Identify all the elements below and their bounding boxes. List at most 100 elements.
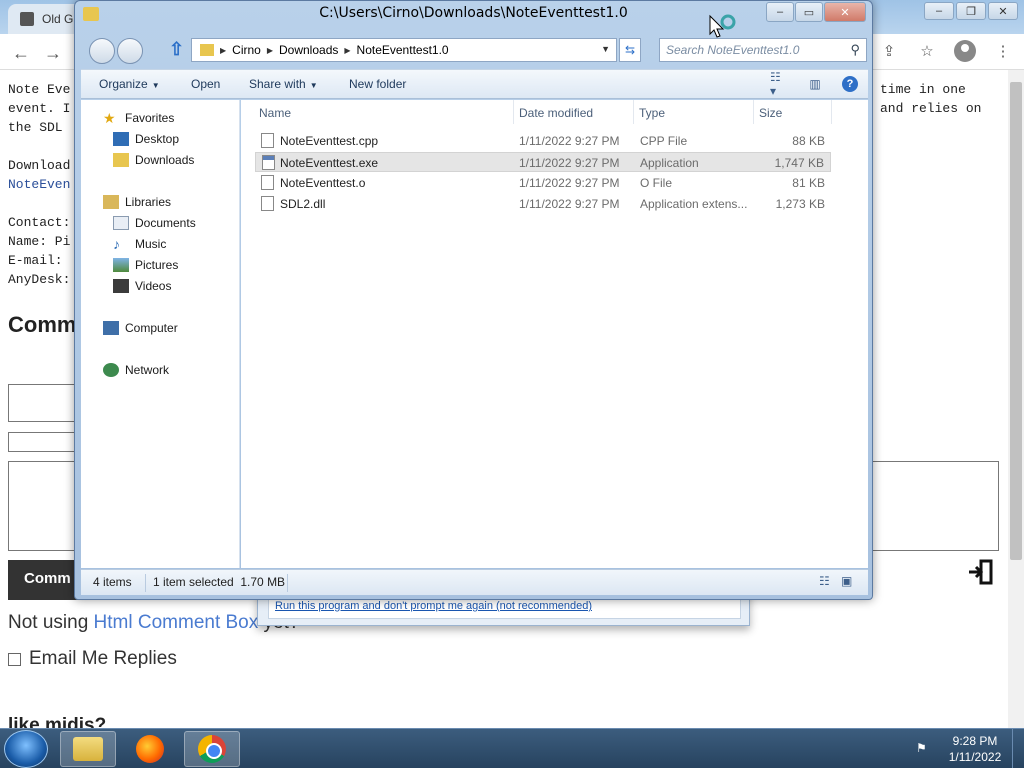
organize-button[interactable]: Organize ▼ [99,77,160,91]
file-list-pane: Name Date modified Type Size NoteEventte… [241,100,868,568]
back-button[interactable] [89,38,115,64]
system-clock[interactable]: 9:28 PM 1/11/2022 [940,733,1010,765]
forward-button[interactable] [117,38,143,64]
taskbar-explorer-button[interactable] [60,731,116,767]
help-icon[interactable]: ? [842,76,858,92]
share-with-button[interactable]: Share with ▼ [249,77,318,91]
html-comment-box-link[interactable]: Html Comment Box [94,612,259,633]
nav-videos[interactable]: Videos [113,279,171,293]
nav-favorites[interactable]: ★ Favorites [103,111,174,125]
file-size: 1,273 KB [775,197,825,211]
nav-libraries[interactable]: Libraries [103,195,171,209]
contact-name: Name: Pi [8,234,71,249]
nav-favorites-label: Favorites [125,111,175,125]
comment-email-input[interactable] [8,432,78,452]
more-menu-icon[interactable]: ⋮ [992,40,1014,62]
column-divider[interactable] [831,100,832,124]
intro-line-3: the SDL [8,120,71,135]
large-icons-view-icon[interactable]: ▣ [841,574,852,588]
file-row[interactable]: NoteEventtest.cpp 1/11/2022 9:27 PM CPP … [255,131,831,151]
status-divider [145,574,146,592]
breadcrumb-chevron-icon[interactable]: ▶ [344,46,350,55]
maximize-icon[interactable]: ▭ [795,2,823,22]
change-view-icon[interactable]: ☷ ▾ [770,70,788,98]
nav-desktop-label: Desktop [135,132,180,146]
column-header-type[interactable]: Type [639,106,665,120]
comment-textarea-right[interactable] [872,461,999,551]
intro-line-2: event. I [8,101,71,116]
breadcrumb-item-current[interactable]: NoteEventtest1.0 [357,43,449,57]
column-divider[interactable] [753,100,754,124]
column-header-size[interactable]: Size [759,106,782,120]
nav-music[interactable]: ♪ Music [113,237,166,251]
search-icon[interactable]: ⚲ [850,42,860,58]
email-replies-option[interactable]: Email Me Replies [8,648,177,670]
nav-documents[interactable]: Documents [113,216,196,230]
share-icon[interactable]: ⇪ [878,40,900,62]
music-note-icon: ♪ [113,236,120,252]
taskbar-firefox-button[interactable] [122,731,178,767]
file-row[interactable]: SDL2.dll 1/11/2022 9:27 PM Application e… [255,194,831,214]
restore-icon[interactable]: ❐ [956,2,986,20]
column-divider[interactable] [513,100,514,124]
file-type: Application [640,156,699,170]
file-row[interactable]: NoteEventtest.o 1/11/2022 9:27 PM O File… [255,173,831,193]
comment-name-input[interactable] [8,384,78,422]
close-icon[interactable]: ✕ [988,2,1018,20]
preview-pane-icon[interactable]: ▥ [806,75,824,93]
nav-music-label: Music [135,237,167,251]
file-type: CPP File [640,134,688,148]
refresh-icon[interactable]: ⇆ [619,38,641,62]
file-row-selected[interactable]: NoteEventtest.exe 1/11/2022 9:27 PM Appl… [255,152,831,172]
breadcrumb-item-downloads[interactable]: Downloads [279,43,338,57]
email-replies-checkbox[interactable] [8,652,21,666]
close-icon[interactable]: ✕ [824,2,866,22]
page-scrollbar-thumb[interactable] [1010,82,1022,560]
selection-info: 1 item selected 1.70 MB [153,575,286,589]
taskbar-chrome-button[interactable] [184,731,240,767]
comment-textarea[interactable] [8,461,78,551]
logout-icon[interactable] [968,558,994,586]
taskbar: ⚑ 9:28 PM 1/11/2022 [0,728,1024,768]
action-center-icon[interactable]: ⚑ [916,741,932,757]
column-divider[interactable] [633,100,634,124]
nav-network-label: Network [125,363,170,377]
forward-arrow-icon[interactable]: → [42,42,64,64]
nav-downloads[interactable]: Downloads [113,153,194,167]
minimize-icon[interactable]: – [766,2,794,22]
open-button[interactable]: Open [191,77,220,91]
file-size: 1,747 KB [774,156,824,170]
start-button[interactable] [4,730,48,768]
breadcrumb-chevron-icon[interactable]: ▶ [220,46,226,55]
chevron-down-icon: ▼ [151,81,160,90]
up-folder-icon[interactable]: ⇧ [169,39,189,61]
window-title: C:\Users\Cirno\Downloads\NoteEventtest1.… [319,5,628,21]
bookmark-star-icon[interactable]: ☆ [916,40,938,62]
address-dropdown-icon[interactable]: ▼ [601,44,610,54]
breadcrumb[interactable]: ▶ Cirno ▶ Downloads ▶ NoteEventtest1.0 ▼ [191,38,617,62]
intro-right-line-2: and relies on [880,101,982,116]
column-header-name[interactable]: Name [259,106,291,120]
show-desktop-button[interactable] [1012,729,1024,768]
breadcrumb-chevron-icon[interactable]: ▶ [267,46,273,55]
nav-network[interactable]: Network [103,363,169,377]
column-header-date[interactable]: Date modified [519,106,593,120]
search-input[interactable]: Search NoteEventtest1.0 ⚲ [659,38,867,62]
breadcrumb-item-cirno[interactable]: Cirno [232,43,261,57]
file-type: O File [640,176,673,190]
download-link[interactable]: NoteEven [8,177,70,192]
command-bar: Organize ▼ Open Share with ▼ New folder ☷ … [81,69,868,99]
nav-pictures[interactable]: Pictures [113,258,178,272]
new-folder-button[interactable]: New folder [349,77,406,91]
minimize-icon[interactable]: – [924,2,954,20]
profile-avatar-icon[interactable] [954,40,976,62]
nav-desktop[interactable]: Desktop [113,132,179,146]
explorer-icon [73,737,103,761]
nav-computer[interactable]: Computer [103,321,178,335]
run-without-prompt-link[interactable]: Run this program and don't prompt me aga… [275,600,592,612]
back-arrow-icon[interactable]: ← [10,42,32,64]
intro-right-line-1: time in one [880,82,966,97]
details-view-icon[interactable]: ☷ [819,574,830,588]
file-name: NoteEventtest.exe [280,156,379,170]
pictures-icon [113,258,129,272]
